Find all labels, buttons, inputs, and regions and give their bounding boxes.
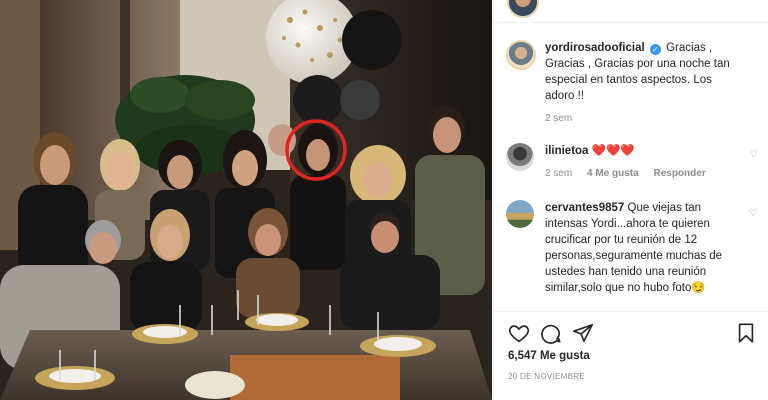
- comment-likes[interactable]: 4 Me gusta: [587, 168, 639, 179]
- commenter-avatar[interactable]: [506, 200, 534, 228]
- caption-comment: yordirosadooficial ✓ Gracias , Gracias ,…: [506, 40, 759, 124]
- actions-divider: [494, 311, 768, 312]
- comment-time[interactable]: 2 sem: [545, 168, 572, 179]
- comment-text: Que viejas tan intensas Yordi...ahora te…: [545, 202, 723, 294]
- post-photo[interactable]: [0, 0, 492, 400]
- caption-time[interactable]: 2 sem: [545, 113, 572, 124]
- reply-button[interactable]: Responder: [653, 168, 705, 179]
- comment-username[interactable]: cervantes9857: [545, 202, 624, 214]
- comment-text: ❤️❤️❤️: [591, 145, 635, 157]
- post-side-panel: yordirosadooficial ✓ Gracias , Gracias ,…: [493, 0, 768, 400]
- action-bar: [508, 322, 757, 344]
- author-avatar-top[interactable]: [507, 0, 539, 18]
- header-divider: [494, 22, 768, 23]
- comment-like-heart-icon[interactable]: ♡: [749, 149, 759, 160]
- comment-username[interactable]: ilinietoa: [545, 145, 588, 157]
- author-avatar[interactable]: [506, 40, 536, 70]
- likes-count[interactable]: 6,547 Me gusta: [508, 350, 590, 362]
- commenter-avatar[interactable]: [506, 143, 534, 171]
- comment-bubble-icon[interactable]: [540, 322, 562, 344]
- caption-username[interactable]: yordirosadooficial: [545, 42, 645, 54]
- post-date[interactable]: 20 DE NOVIEMBRE: [508, 372, 585, 381]
- verified-badge-icon: ✓: [649, 44, 661, 55]
- paper-plane-icon[interactable]: [572, 322, 594, 344]
- comment-like-heart-icon[interactable]: ♡: [749, 208, 759, 219]
- bookmark-icon[interactable]: [735, 322, 757, 344]
- comment-item: cervantes9857 Que viejas tan intensas Yo…: [506, 200, 759, 305]
- heart-icon[interactable]: [508, 322, 530, 344]
- comment-item: ilinietoa ❤️❤️❤️ ♡ 2 sem 4 Me gusta Resp…: [506, 143, 759, 187]
- group-photo-illustration: [0, 0, 492, 400]
